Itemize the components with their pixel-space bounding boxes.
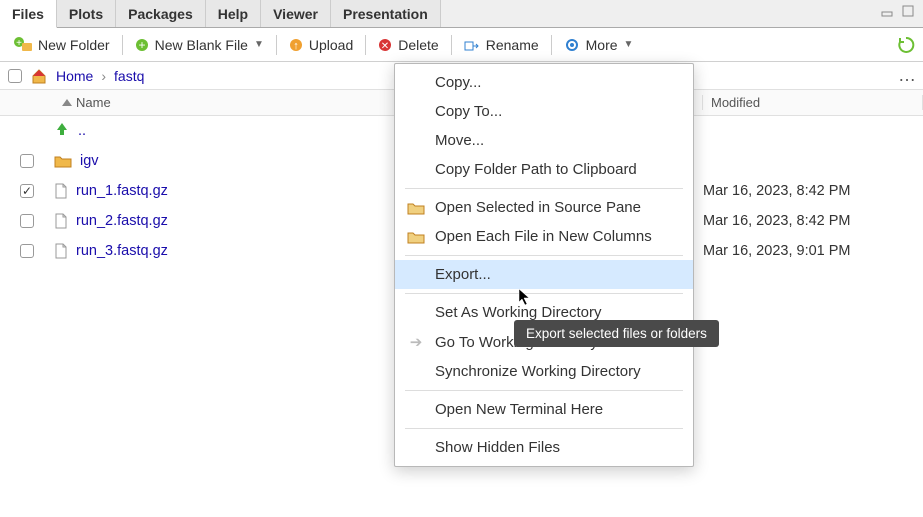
menu-separator — [405, 293, 683, 294]
row-checkbox[interactable] — [20, 154, 34, 168]
tab-files[interactable]: Files — [0, 0, 57, 28]
delete-button[interactable]: ✕ Delete — [370, 34, 446, 56]
minimize-icon[interactable] — [881, 4, 895, 18]
divider — [451, 35, 452, 55]
menu-label: Show Hidden Files — [435, 439, 560, 456]
divider — [551, 35, 552, 55]
up-arrow-icon — [54, 121, 70, 141]
file-name[interactable]: run_1.fastq.gz — [76, 183, 168, 199]
app-tabs: Files Plots Packages Help Viewer Present… — [0, 0, 923, 28]
window-controls — [881, 4, 915, 18]
cursor-icon — [518, 288, 532, 311]
file-name[interactable]: .. — [78, 123, 86, 139]
menu-open-terminal[interactable]: Open New Terminal Here — [395, 395, 693, 424]
row-checkbox[interactable] — [20, 214, 34, 228]
file-modified: Mar 16, 2023, 8:42 PM — [703, 183, 923, 199]
menu-label: Open Each File in New Columns — [435, 228, 652, 245]
menu-export[interactable]: Export... — [395, 260, 693, 289]
menu-label: Open Selected in Source Pane — [435, 199, 641, 216]
chevron-down-icon: ▼ — [624, 39, 634, 50]
new-blank-file-button[interactable]: + New Blank File ▼ — [127, 34, 272, 56]
select-all-checkbox[interactable] — [8, 69, 22, 83]
more-label: More — [586, 37, 618, 53]
file-icon — [54, 183, 68, 199]
row-checkbox[interactable] — [20, 184, 34, 198]
menu-open-new-columns[interactable]: Open Each File in New Columns — [395, 222, 693, 251]
arrow-right-icon: ➔ — [407, 333, 425, 351]
menu-copy[interactable]: Copy... — [395, 68, 693, 97]
menu-separator — [405, 390, 683, 391]
folder-open-icon — [407, 230, 425, 244]
tab-help[interactable]: Help — [206, 0, 261, 27]
toolbar: + New Folder + New Blank File ▼ ↑ Upload… — [0, 28, 923, 62]
menu-label: Synchronize Working Directory — [435, 363, 641, 380]
divider — [365, 35, 366, 55]
menu-copy-to[interactable]: Copy To... — [395, 97, 693, 126]
svg-text:↑: ↑ — [293, 40, 299, 52]
tab-plots[interactable]: Plots — [57, 0, 116, 27]
menu-label: Open New Terminal Here — [435, 401, 603, 418]
divider — [276, 35, 277, 55]
upload-label: Upload — [309, 37, 353, 53]
delete-icon: ✕ — [378, 38, 392, 52]
menu-separator — [405, 428, 683, 429]
upload-icon: ↑ — [289, 38, 303, 52]
maximize-icon[interactable] — [901, 4, 915, 18]
column-modified[interactable]: Modified — [703, 95, 923, 110]
more-context-menu: Copy... Copy To... Move... Copy Folder P… — [394, 63, 694, 467]
menu-open-in-source[interactable]: Open Selected in Source Pane — [395, 193, 693, 222]
tab-viewer[interactable]: Viewer — [261, 0, 331, 27]
plus-icon: + — [135, 38, 149, 52]
svg-text:+: + — [16, 38, 22, 49]
menu-separator — [405, 188, 683, 189]
new-folder-icon: + — [14, 37, 32, 53]
chevron-right-icon: › — [101, 68, 106, 84]
breadcrumb-home[interactable]: Home — [56, 68, 93, 84]
home-icon[interactable] — [30, 68, 48, 84]
menu-move[interactable]: Move... — [395, 126, 693, 155]
upload-button[interactable]: ↑ Upload — [281, 34, 361, 56]
row-checkbox[interactable] — [20, 244, 34, 258]
file-modified: Mar 16, 2023, 8:42 PM — [703, 213, 923, 229]
sort-asc-icon — [62, 99, 72, 106]
divider — [122, 35, 123, 55]
menu-show-hidden[interactable]: Show Hidden Files — [395, 433, 693, 462]
menu-label: Copy... — [435, 74, 481, 91]
file-icon — [54, 243, 68, 259]
new-folder-label: New Folder — [38, 37, 110, 53]
tab-presentation[interactable]: Presentation — [331, 0, 441, 27]
folder-icon — [54, 154, 72, 168]
menu-separator — [405, 255, 683, 256]
chevron-down-icon: ▼ — [254, 39, 264, 50]
tooltip: Export selected files or folders — [514, 320, 719, 347]
svg-text:+: + — [138, 38, 145, 52]
file-modified: Mar 16, 2023, 9:01 PM — [703, 243, 923, 259]
file-name[interactable]: run_3.fastq.gz — [76, 243, 168, 259]
menu-label: Copy Folder Path to Clipboard — [435, 161, 637, 178]
tab-packages[interactable]: Packages — [116, 0, 206, 27]
menu-sync-working-dir[interactable]: Synchronize Working Directory — [395, 357, 693, 386]
menu-label: Move... — [435, 132, 484, 149]
rename-icon — [464, 38, 480, 52]
overflow-icon[interactable]: … — [898, 65, 917, 86]
refresh-icon[interactable] — [897, 36, 915, 54]
menu-label: Export... — [435, 266, 491, 283]
column-name-label: Name — [76, 95, 111, 110]
file-name[interactable]: igv — [80, 153, 99, 169]
menu-label: Copy To... — [435, 103, 502, 120]
gear-icon — [564, 37, 580, 53]
rename-label: Rename — [486, 37, 539, 53]
delete-label: Delete — [398, 37, 438, 53]
more-button[interactable]: More ▼ — [556, 34, 642, 56]
file-icon — [54, 213, 68, 229]
menu-copy-folder-path[interactable]: Copy Folder Path to Clipboard — [395, 155, 693, 184]
breadcrumb-item[interactable]: fastq — [114, 68, 144, 84]
svg-text:✕: ✕ — [381, 41, 389, 52]
new-folder-button[interactable]: + New Folder — [6, 34, 118, 56]
rename-button[interactable]: Rename — [456, 34, 547, 56]
file-name[interactable]: run_2.fastq.gz — [76, 213, 168, 229]
new-blank-file-label: New Blank File — [155, 37, 248, 53]
folder-open-icon — [407, 201, 425, 215]
